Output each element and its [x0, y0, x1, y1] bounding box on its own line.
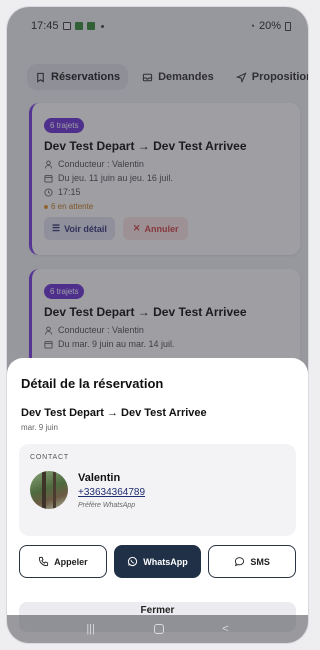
- contact-preference: Préfère WhatsApp: [78, 501, 136, 509]
- contact-phone-link[interactable]: +33634364789: [78, 487, 145, 498]
- whatsapp-button[interactable]: WhatsApp: [113, 545, 202, 578]
- contact-actions: Appeler WhatsApp SMS: [19, 545, 297, 578]
- home-icon[interactable]: [153, 624, 164, 634]
- sheet-title: Détail de la réservation: [21, 376, 164, 391]
- sms-button[interactable]: SMS: [208, 545, 297, 578]
- sheet-date: mar. 9 juin: [21, 423, 58, 432]
- contact-label: CONTACT: [30, 454, 69, 461]
- phone-screen: 17:45 ◔ 20% Réservations Demandes Propos…: [7, 7, 308, 643]
- avatar: [30, 471, 68, 509]
- sheet-route: Dev Test Depart → Dev Test Arrivee: [21, 407, 207, 419]
- contact-section: CONTACT Valentin +33634364789 Préfère Wh…: [19, 444, 296, 536]
- call-button[interactable]: Appeler: [19, 545, 107, 578]
- system-nav-bar: ||| <: [7, 615, 308, 643]
- chat-bubble-icon: [235, 557, 245, 567]
- recent-apps-icon[interactable]: |||: [86, 623, 95, 635]
- whatsapp-icon: [128, 556, 138, 567]
- phone-icon: [38, 556, 49, 567]
- reservation-detail-sheet: Détail de la réservation Dev Test Depart…: [7, 358, 308, 643]
- contact-name: Valentin: [78, 471, 121, 484]
- back-icon[interactable]: <: [222, 623, 228, 635]
